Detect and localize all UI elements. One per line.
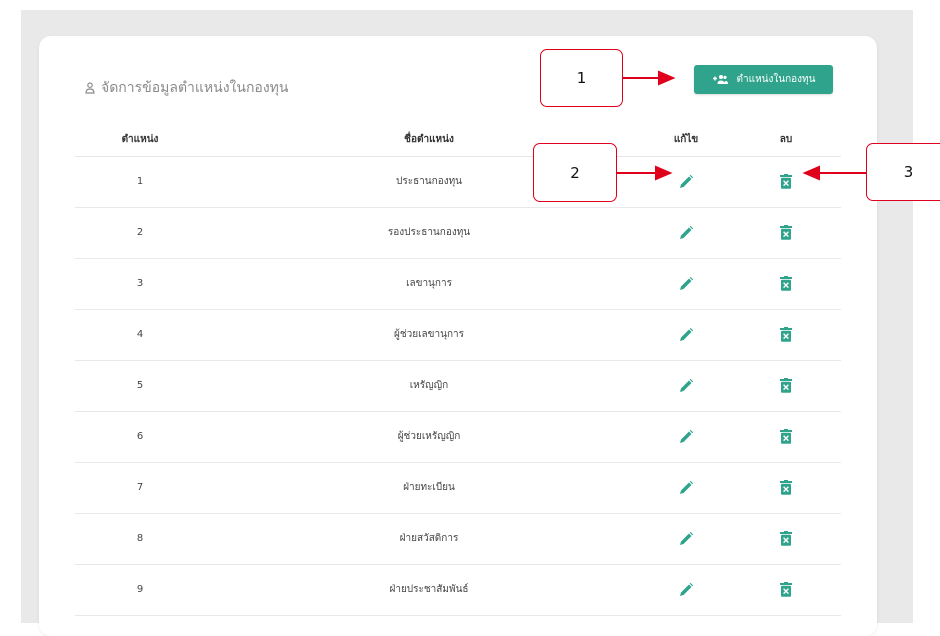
edit-button[interactable]: [678, 462, 694, 513]
edit-button[interactable]: [678, 564, 694, 615]
table-header: ตำแหน่ง ชื่อตำแหน่ง แก้ไข ลบ: [75, 122, 841, 157]
table-row: 5 เหรัญญิก: [75, 360, 841, 412]
edit-button[interactable]: [678, 258, 694, 309]
column-header-edit: แก้ไข: [673, 133, 699, 145]
pencil-icon: [678, 531, 694, 547]
trash-icon: [780, 582, 792, 597]
pencil-icon: [678, 429, 694, 445]
row-position-name: เหรัญญิก: [409, 380, 449, 391]
pencil-icon: [678, 378, 694, 394]
row-order: 9: [136, 584, 144, 595]
row-order: 5: [136, 380, 144, 391]
add-position-button-label: ตำแหน่งในกองทุน: [736, 74, 816, 85]
table-row: 8 ฝ่ายสวัสดิการ: [75, 513, 841, 565]
row-order: 7: [136, 482, 144, 493]
trash-icon: [780, 174, 792, 189]
row-position-name: ประธานกองทุน: [395, 176, 463, 187]
delete-button[interactable]: [780, 564, 792, 615]
edit-button[interactable]: [678, 207, 694, 258]
table-row: 9 ฝ่ายประชาสัมพันธ์: [75, 564, 841, 616]
table-row: 3 เลขานุการ: [75, 258, 841, 310]
pencil-icon: [678, 174, 694, 190]
row-position-name: ฝ่ายสวัสดิการ: [399, 533, 459, 544]
edit-button[interactable]: [678, 411, 694, 462]
row-order: 2: [136, 227, 144, 238]
trash-icon: [780, 378, 792, 393]
table-row: 2 รองประธานกองทุน: [75, 207, 841, 259]
row-order: 1: [136, 176, 144, 187]
edit-button[interactable]: [678, 156, 694, 207]
pencil-icon: [678, 327, 694, 343]
delete-button[interactable]: [780, 258, 792, 309]
row-position-name: รองประธานกองทุน: [387, 227, 471, 238]
page-title-text: จัดการข้อมูลตำแหน่งในกองทุน: [101, 80, 289, 96]
row-position-name: เลขานุการ: [406, 278, 452, 289]
trash-icon: [780, 327, 792, 342]
delete-button[interactable]: [780, 513, 792, 564]
callout-1: 1: [540, 49, 623, 107]
delete-button[interactable]: [780, 156, 792, 207]
delete-button[interactable]: [780, 207, 792, 258]
trash-icon: [780, 480, 792, 495]
table-row: 1 ประธานกองทุน: [75, 156, 841, 208]
row-position-name: ผู้ช่วยเหรัญญิก: [397, 431, 461, 442]
column-header-name: ชื่อตำแหน่ง: [404, 133, 454, 145]
row-position-name: ฝ่ายทะเบียน: [403, 482, 455, 493]
table-row: 7 ฝ่ายทะเบียน: [75, 462, 841, 514]
trash-icon: [780, 276, 792, 291]
callout-3: 3: [866, 143, 940, 201]
edit-button[interactable]: [678, 513, 694, 564]
pencil-icon: [678, 582, 694, 598]
row-position-name: ผู้ช่วยเลขานุการ: [394, 329, 464, 340]
delete-button[interactable]: [780, 360, 792, 411]
row-order: 8: [136, 533, 144, 544]
row-position-name: ฝ่ายประชาสัมพันธ์: [389, 584, 469, 595]
trash-icon: [780, 531, 792, 546]
row-order: 6: [136, 431, 144, 442]
pencil-icon: [678, 276, 694, 292]
delete-button[interactable]: [780, 411, 792, 462]
user-icon: [85, 82, 95, 94]
add-group-icon: [712, 75, 728, 84]
pencil-icon: [678, 225, 694, 241]
trash-icon: [780, 429, 792, 444]
column-header-order: ตำแหน่ง: [121, 133, 159, 145]
column-header-delete: ลบ: [779, 133, 793, 145]
page-title: จัดการข้อมูลตำแหน่งในกองทุน: [85, 77, 288, 99]
add-position-button[interactable]: ตำแหน่งในกองทุน: [694, 65, 833, 94]
edit-button[interactable]: [678, 309, 694, 360]
edit-button[interactable]: [678, 360, 694, 411]
table-row: 6 ผู้ช่วยเหรัญญิก: [75, 411, 841, 463]
callout-2: 2: [533, 143, 617, 202]
row-order: 3: [136, 278, 144, 289]
trash-icon: [780, 225, 792, 240]
pencil-icon: [678, 480, 694, 496]
delete-button[interactable]: [780, 462, 792, 513]
row-order: 4: [136, 329, 144, 340]
table-row: 4 ผู้ช่วยเลขานุการ: [75, 309, 841, 361]
delete-button[interactable]: [780, 309, 792, 360]
